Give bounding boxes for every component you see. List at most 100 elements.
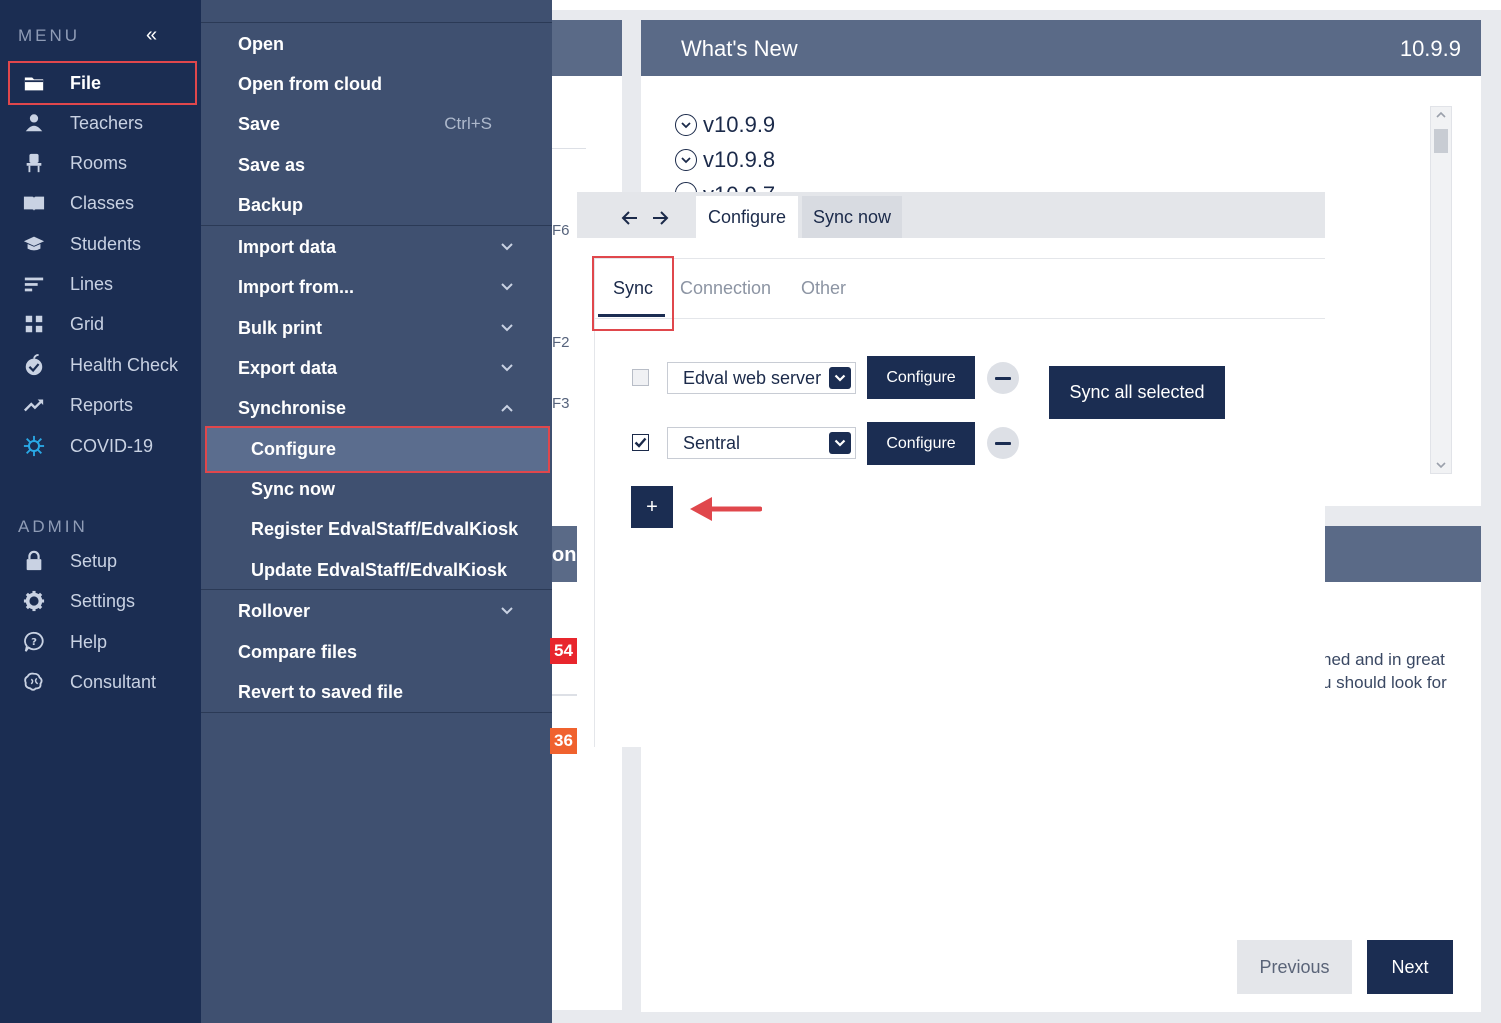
chevron-down-icon <box>829 432 851 454</box>
collapse-sidebar-icon[interactable]: « <box>146 24 157 47</box>
sidebar-item-setup[interactable]: Setup <box>0 541 201 581</box>
scrollbar[interactable] <box>1430 106 1452 474</box>
sidebar-item-students[interactable]: Students <box>0 224 201 264</box>
menu-item-import-from[interactable]: Import from... <box>201 267 552 307</box>
menu-item-open-from-cloud[interactable]: Open from cloud <box>201 64 552 104</box>
remove-server-button-edval[interactable] <box>987 362 1019 394</box>
chevron-up-icon <box>500 401 514 415</box>
menu-item-label: Sync now <box>251 478 336 499</box>
configure-button-edval[interactable]: Configure <box>867 356 975 399</box>
sidebar-item-label: Health Check <box>70 354 179 375</box>
body-text-fragment: u should look for <box>1322 673 1447 692</box>
menu-item-sync-now[interactable]: Sync now <box>201 469 552 509</box>
shortcut-fragment-f6: F6 <box>552 222 570 239</box>
sidebar-item-classes[interactable]: Classes <box>0 183 201 223</box>
sidebar-item-help[interactable]: ? Help <box>0 622 201 662</box>
sync-all-selected-button[interactable]: Sync all selected <box>1049 366 1225 419</box>
configure-button-sentral[interactable]: Configure <box>867 422 975 465</box>
menu-item-open[interactable]: Open <box>201 24 552 64</box>
sidebar-item-covid-19[interactable]: COVID-19 <box>0 426 201 466</box>
server-checkbox-edval[interactable] <box>632 369 649 386</box>
version-item[interactable]: v10.9.8 <box>675 147 775 173</box>
menu-item-label: Import data <box>238 236 337 257</box>
subtab-connection[interactable]: Connection <box>680 278 771 299</box>
dialog-divider <box>594 258 1325 259</box>
sidebar-item-grid[interactable]: Grid <box>0 304 201 344</box>
menu-divider <box>201 589 552 590</box>
menu-item-backup[interactable]: Backup <box>201 185 552 225</box>
chevron-down-icon <box>500 321 514 335</box>
chevron-down-icon <box>500 604 514 618</box>
person-icon <box>0 112 70 134</box>
sidebar-item-label: Grid <box>70 313 105 334</box>
subtab-other[interactable]: Other <box>801 278 846 299</box>
next-button[interactable]: Next <box>1367 940 1453 994</box>
menu-item-bulk-print[interactable]: Bulk print <box>201 308 552 348</box>
menu-item-label: Import from... <box>238 276 354 297</box>
tab-sync-now[interactable]: Sync now <box>802 196 902 238</box>
menu-item-configure[interactable]: Configure <box>201 429 552 469</box>
sidebar-item-label: COVID-19 <box>70 435 154 456</box>
server-select-value: Edval web server <box>683 367 822 388</box>
sidebar-item-reports[interactable]: Reports <box>0 385 201 425</box>
sidebar-item-health-check[interactable]: Health Check <box>0 345 201 385</box>
menu-item-revert[interactable]: Revert to saved file <box>201 672 552 712</box>
help-icon: ? <box>0 631 70 653</box>
menu-item-label: Save <box>238 113 281 134</box>
divider <box>552 148 586 149</box>
sidebar-item-consultant[interactable]: Consultant <box>0 662 201 702</box>
add-server-button[interactable]: + <box>631 486 673 528</box>
sidebar-item-label: Reports <box>70 394 134 415</box>
shortcut-fragment-f2: F2 <box>552 334 570 351</box>
version-item[interactable]: v10.9.9 <box>675 112 775 138</box>
sidebar-item-label: Students <box>70 233 142 254</box>
body-text-fragment: ned and in great <box>1322 650 1445 669</box>
menu-item-compare-files[interactable]: Compare files <box>201 632 552 672</box>
server-checkbox-sentral[interactable] <box>632 434 649 451</box>
sidebar-item-settings[interactable]: Settings <box>0 581 201 621</box>
version-item[interactable]: v10.9.7 <box>675 182 775 192</box>
tab-configure[interactable]: Configure <box>696 196 798 238</box>
whats-new-version: 10.9.9 <box>1399 36 1461 61</box>
chevron-down-circle-icon <box>675 114 697 136</box>
back-arrow-icon[interactable] <box>619 207 641 229</box>
server-select-edval[interactable]: Edval web server <box>667 362 856 394</box>
menu-item-import-data[interactable]: Import data <box>201 227 552 267</box>
menu-item-label: Export data <box>238 357 338 378</box>
menu-heading: MENU <box>18 26 81 45</box>
admin-heading: ADMIN <box>18 517 88 536</box>
menu-item-label: Synchronise <box>238 397 347 418</box>
sidebar-item-label: Lines <box>70 273 114 294</box>
server-select-sentral[interactable]: Sentral <box>667 427 856 459</box>
menu-divider <box>201 712 552 713</box>
chevron-down-icon <box>500 240 514 254</box>
remove-server-button-sentral[interactable] <box>987 427 1019 459</box>
scroll-down-icon[interactable] <box>1435 461 1447 469</box>
scroll-up-icon[interactable] <box>1435 111 1447 119</box>
menu-item-label: Update EdvalStaff/EdvalKiosk <box>251 559 508 580</box>
previous-button[interactable]: Previous <box>1237 940 1352 994</box>
menu-item-save-as[interactable]: Save as <box>201 145 552 185</box>
save-shortcut: Ctrl+S <box>444 114 492 133</box>
version-label: v10.9.9 <box>703 112 776 137</box>
sidebar-item-teachers[interactable]: Teachers <box>0 103 201 143</box>
sidebar-item-rooms[interactable]: Rooms <box>0 143 201 183</box>
shortcut-fragment-f3: F3 <box>552 395 570 412</box>
menu-item-rollover[interactable]: Rollover <box>201 591 552 631</box>
sidebar-item-lines[interactable]: Lines <box>0 264 201 304</box>
chevron-down-circle-icon <box>675 182 697 192</box>
version-label: v10.9.8 <box>703 147 776 172</box>
menu-item-update[interactable]: Update EdvalStaff/EdvalKiosk <box>201 550 552 590</box>
menu-item-register[interactable]: Register EdvalStaff/EdvalKiosk <box>201 509 552 549</box>
trend-icon <box>0 394 70 416</box>
version-label: v10.9.7 <box>703 182 775 192</box>
menu-item-label: Bulk print <box>238 317 322 338</box>
subtab-divider <box>594 318 1325 319</box>
forward-arrow-icon[interactable] <box>649 207 671 229</box>
dialog-toolbar: Configure Sync now <box>577 192 1325 238</box>
chevron-down-circle-icon <box>675 149 697 171</box>
menu-item-save[interactable]: Save Ctrl+S <box>201 104 552 144</box>
scrollbar-thumb[interactable] <box>1434 129 1448 153</box>
menu-item-export-data[interactable]: Export data <box>201 348 552 388</box>
menu-item-synchronise[interactable]: Synchronise <box>201 388 552 428</box>
